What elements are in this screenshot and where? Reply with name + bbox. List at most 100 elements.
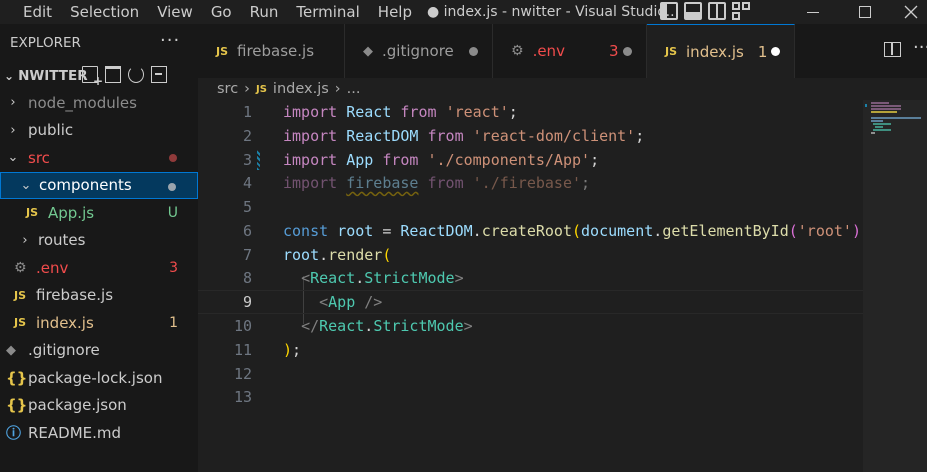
breadcrumb-file[interactable]: index.js [273, 81, 329, 97]
tree-item-package-json[interactable]: {} package.json [0, 392, 198, 420]
tree-item-readme[interactable]: ⓘ README.md [0, 419, 198, 447]
code-line: 3 import App from './components/App'; [198, 148, 863, 172]
code-line: 7 root.render( [198, 243, 863, 267]
minimap-line [873, 129, 891, 131]
code-text: </React.StrictMode> [301, 316, 473, 335]
code-text: <React.StrictMode> [301, 268, 464, 287]
minimize-button[interactable] [790, 0, 836, 24]
minimap-line [871, 111, 897, 113]
tab-index-js[interactable]: JS index.js 1 [647, 24, 795, 78]
minimap-line [871, 102, 889, 104]
code-line: 10 </React.StrictMode> [198, 314, 863, 338]
more-actions-icon[interactable]: ··· [160, 30, 180, 51]
problem-count-badge: 1 [169, 314, 178, 331]
problem-count-badge: 1 [757, 42, 768, 61]
line-number: 2 [242, 126, 252, 145]
editor-tab-bar: JS firebase.js ◆ .gitignore ⚙ .env 3 JS … [198, 24, 927, 78]
minimap-line [873, 123, 891, 125]
unsaved-dot-icon[interactable] [469, 46, 478, 56]
javascript-file-icon: JS [26, 206, 39, 220]
menu-go[interactable]: Go [202, 3, 241, 21]
close-button[interactable] [888, 0, 927, 24]
chevron-down-icon: ⌄ [4, 68, 15, 83]
minimap[interactable] [863, 100, 927, 472]
code-line-current: 9 <App /> [198, 290, 863, 314]
code-text: import ReactDOM from 'react-dom/client'; [283, 126, 645, 145]
gear-icon: ⚙ [511, 43, 524, 59]
project-root[interactable]: ⌄ NWITTER [0, 62, 198, 89]
tab-env[interactable]: ⚙ .env 3 [493, 24, 647, 78]
toggle-panel-icon[interactable] [684, 2, 702, 20]
refresh-icon[interactable] [128, 66, 144, 83]
tree-item-firebase-js[interactable]: JS firebase.js [0, 282, 198, 310]
new-file-icon[interactable] [82, 66, 103, 88]
git-diamond-icon: ◆ [6, 342, 16, 358]
tree-item-components[interactable]: ⌄ components [0, 171, 198, 199]
minimap-line [871, 120, 883, 122]
chevron-down-icon: ⌄ [20, 177, 32, 193]
javascript-file-icon: JS [14, 288, 27, 302]
tab-label: firebase.js [237, 42, 315, 60]
code-text: <App /> [319, 292, 383, 311]
breadcrumb-folder[interactable]: src [217, 81, 238, 97]
tree-item-package-lock-json[interactable]: {} package-lock.json [0, 364, 198, 392]
code-line: 5 [198, 195, 863, 219]
menu-view[interactable]: View [148, 3, 202, 21]
project-name: NWITTER [18, 67, 88, 84]
code-editor[interactable]: 1 import React from 'react'; 2 import Re… [198, 100, 863, 472]
breadcrumb-symbol[interactable]: ... [347, 81, 361, 97]
close-icon [904, 5, 918, 19]
menu-selection[interactable]: Selection [61, 3, 148, 21]
tree-item-node-modules[interactable]: › node_modules [0, 89, 198, 117]
tree-item-label: src [28, 148, 50, 167]
menu-run[interactable]: Run [241, 3, 288, 21]
line-number: 7 [242, 245, 252, 264]
json-file-icon: {} [6, 368, 28, 387]
line-number: 5 [242, 197, 252, 216]
tab-label: index.js [686, 42, 744, 61]
customize-layout-icon[interactable] [732, 2, 750, 20]
git-diamond-icon: ◆ [363, 43, 373, 59]
collapse-all-icon[interactable] [151, 66, 167, 83]
code-line: 2 import ReactDOM from 'react-dom/client… [198, 124, 863, 148]
menu-help[interactable]: Help [369, 3, 421, 21]
more-actions-icon[interactable]: ··· [913, 37, 927, 58]
code-line: 11 ); [198, 338, 863, 362]
line-number: 9 [242, 292, 252, 311]
tree-item-public[interactable]: › public [0, 117, 198, 145]
problem-count-badge: 3 [169, 259, 178, 276]
maximize-button[interactable] [842, 0, 888, 24]
tab-gitignore[interactable]: ◆ .gitignore [345, 24, 493, 78]
code-text: import firebase from './firebase'; [283, 173, 591, 192]
tree-item-src[interactable]: ⌄ src [0, 144, 198, 172]
menu-edit[interactable]: Edit [0, 3, 61, 21]
tree-item-label: .env [36, 258, 69, 277]
tree-item-gitignore[interactable]: ◆ .gitignore [0, 337, 198, 365]
tree-item-label: routes [38, 231, 86, 250]
unsaved-dot-icon[interactable] [623, 46, 632, 56]
tree-item-index-js[interactable]: JS index.js 1 [0, 309, 198, 337]
explorer-title: EXPLORER [10, 35, 81, 51]
tree-item-app-js[interactable]: JS App.js U [0, 199, 198, 227]
tree-item-env[interactable]: ⚙ .env 3 [0, 254, 198, 282]
code-line: 8 <React.StrictMode> [198, 266, 863, 290]
code-line: 4 import firebase from './firebase'; [198, 171, 863, 195]
toggle-primary-sidebar-icon[interactable] [660, 2, 678, 20]
minimap-slider[interactable] [863, 100, 927, 472]
javascript-file-icon: JS [216, 44, 229, 58]
minimap-line [871, 117, 921, 119]
tab-firebase-js[interactable]: JS firebase.js [198, 24, 345, 78]
breadcrumb: src › JS index.js › ... [198, 78, 927, 100]
tree-item-routes[interactable]: › routes [0, 227, 198, 255]
menu-terminal[interactable]: Terminal [287, 3, 368, 21]
line-number: 12 [233, 364, 252, 383]
tree-item-label: package-lock.json [28, 368, 163, 387]
split-editor-icon[interactable] [884, 42, 901, 57]
maximize-icon [859, 6, 871, 18]
unsaved-dot-icon[interactable] [771, 47, 780, 56]
tree-item-label: index.js [36, 313, 94, 332]
code-line: 6 const root = ReactDOM.createRoot(docum… [198, 219, 863, 243]
modified-dot-icon [168, 182, 176, 191]
new-folder-icon[interactable] [105, 66, 121, 83]
toggle-secondary-sidebar-icon[interactable] [708, 2, 726, 20]
